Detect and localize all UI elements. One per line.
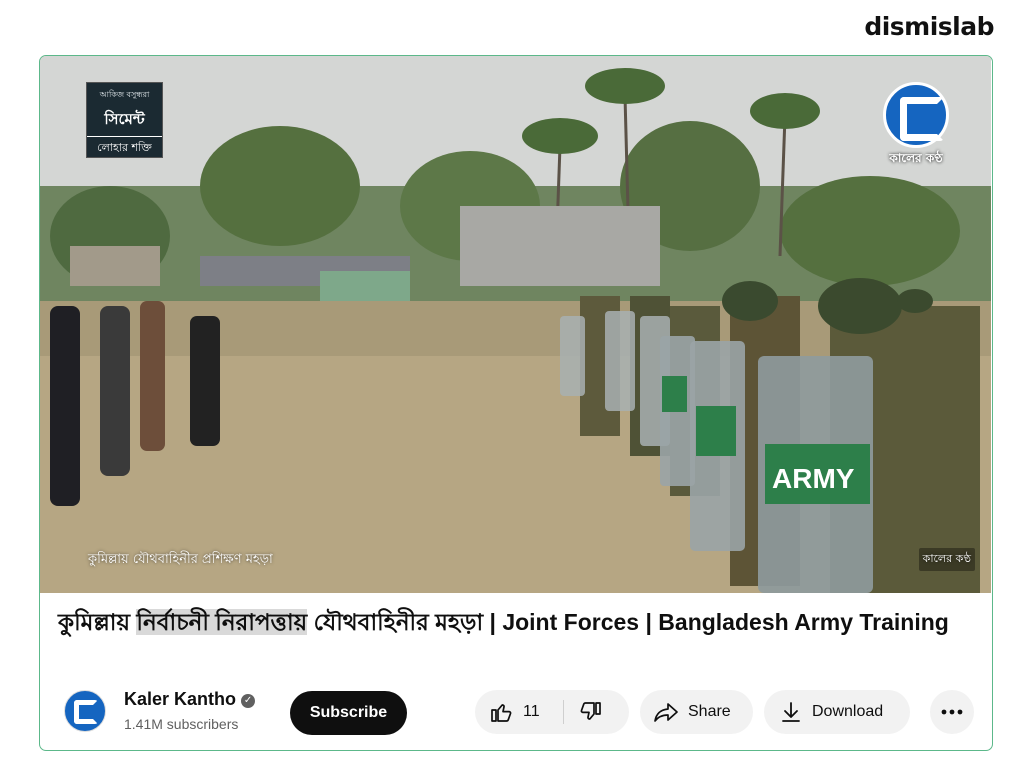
thumbs-down-icon (580, 702, 601, 720)
dismislab-watermark: dismislab (864, 12, 994, 41)
like-count: 11 (523, 703, 540, 720)
video-frame: ARMY (40, 56, 991, 593)
channel-name[interactable]: Kaler Kantho ✓ (124, 689, 256, 710)
share-icon (654, 703, 678, 722)
download-icon (782, 702, 800, 722)
channel-logo-overlay: কালের কণ্ঠ (881, 82, 951, 170)
sponsor-logo: আকিজ বসুন্ধরা সিমেন্ট লোহার শক্তি (86, 82, 163, 158)
channel-avatar[interactable] (64, 690, 106, 732)
shield-text: ARMY (772, 463, 855, 494)
subscriber-count: 1.41M subscribers (124, 716, 239, 732)
subscribe-button[interactable]: Subscribe (290, 691, 407, 735)
like-button[interactable]: 11 (475, 690, 563, 734)
verified-icon: ✓ (241, 694, 256, 708)
channel-row: Kaler Kantho ✓ 1.41M subscribers Subscrib… (58, 686, 978, 736)
dislike-button[interactable] (564, 690, 603, 734)
more-actions-button[interactable] (930, 690, 974, 734)
thumbs-up-icon (491, 704, 512, 722)
video-card: ARMY আকিজ বসুন্ধরা সিমেন্ট লোহার শক্তি ক… (39, 55, 993, 751)
share-button[interactable]: Share (640, 690, 753, 734)
kaler-kantho-logo-icon (883, 82, 949, 148)
video-player[interactable]: ARMY আকিজ বসুন্ধরা সিমেন্ট লোহার শক্তি ক… (40, 56, 991, 593)
more-icon (941, 709, 963, 715)
download-button[interactable]: Download (764, 690, 910, 734)
video-caption: কুমিল্লায় যৌথবাহিনীর প্রশিক্ষণ মহড়া (88, 552, 273, 567)
highlighted-text: নির্বাচনী নিরাপত্তায় (136, 609, 308, 635)
like-dislike-group: 11 (475, 690, 629, 734)
video-title: কুমিল্লায় নির্বাচনী নিরাপত্তায় যৌথবাহি… (58, 609, 949, 635)
video-caption-logo: কালের কণ্ঠ (918, 548, 975, 571)
